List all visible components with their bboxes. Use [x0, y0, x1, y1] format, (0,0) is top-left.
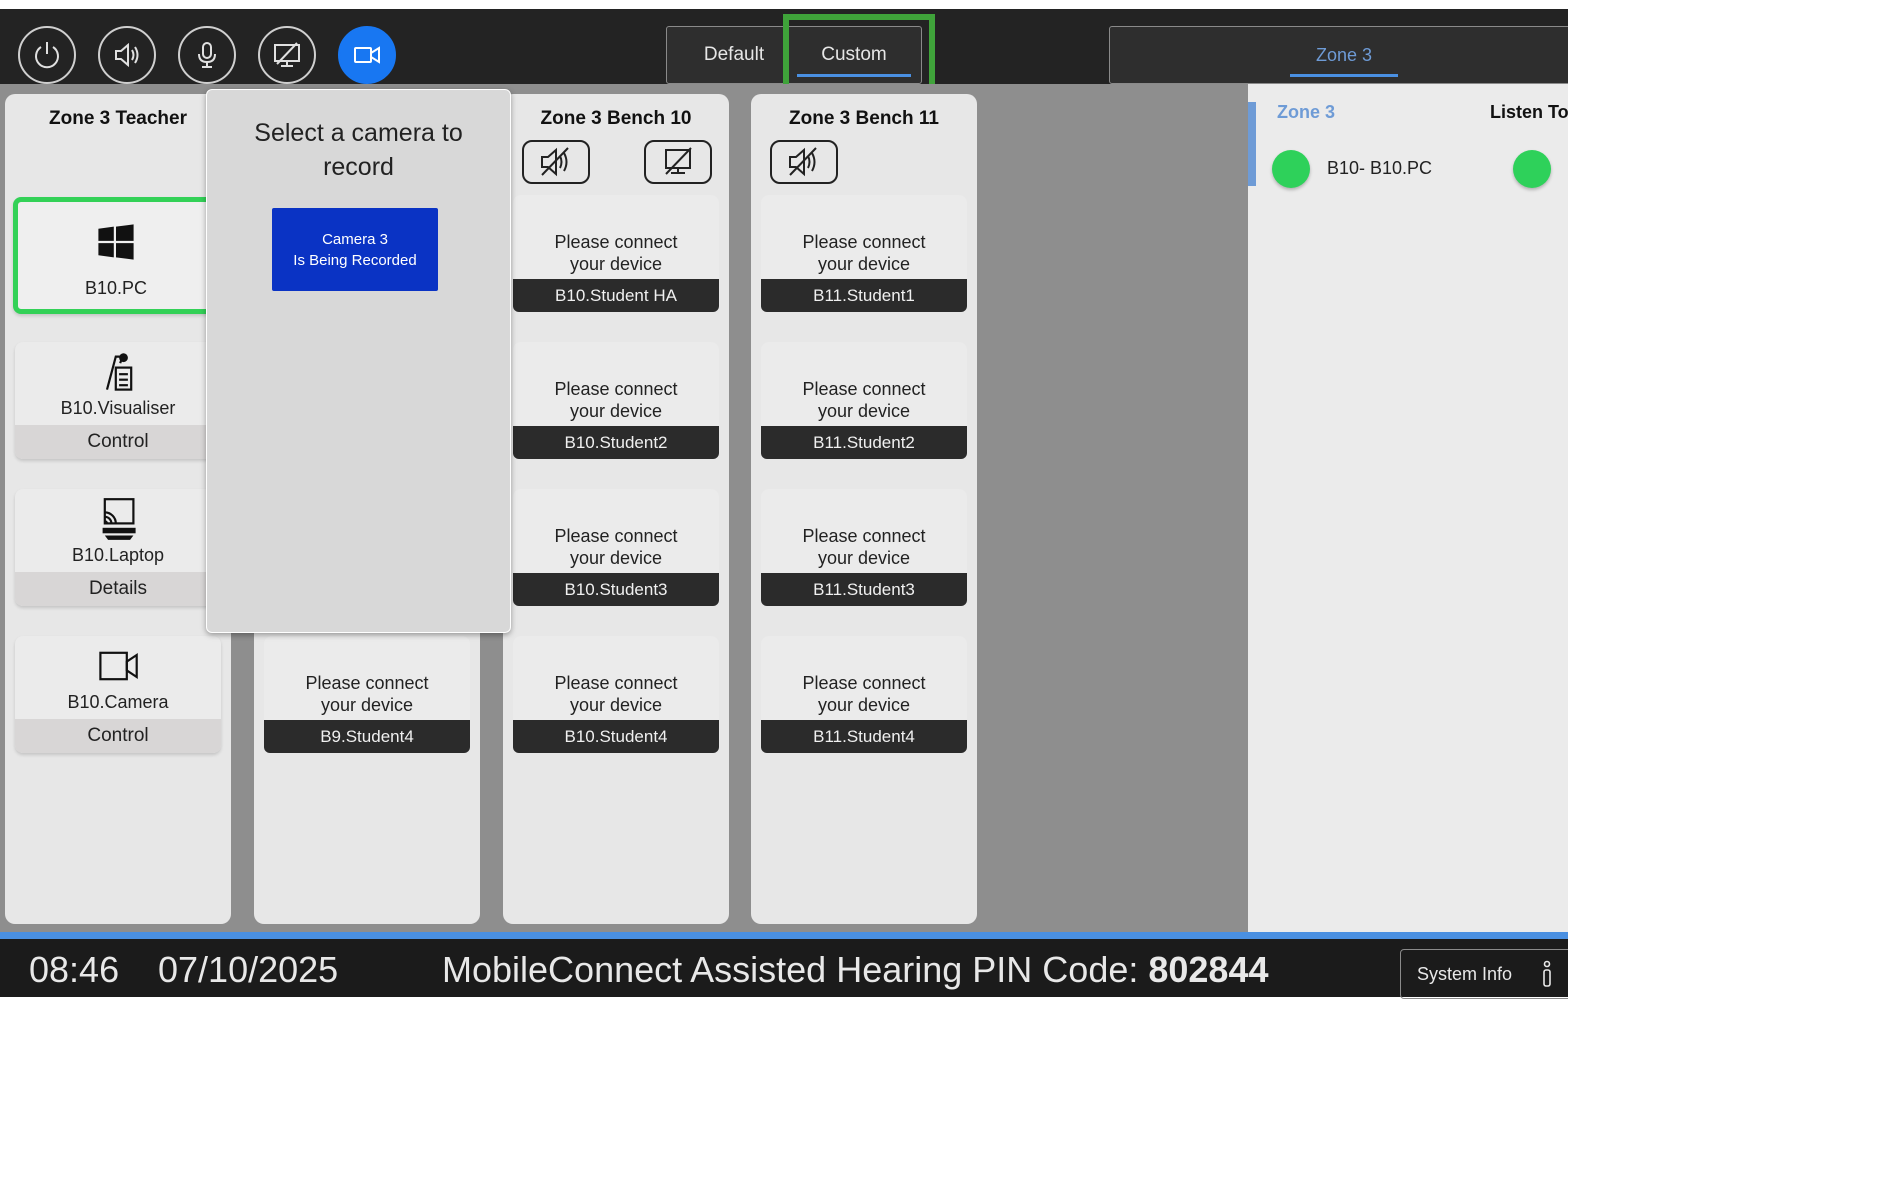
connect-message: Please connect your device — [554, 379, 678, 421]
bench-controls — [751, 140, 977, 184]
tile-name: B10.PC — [84, 278, 148, 298]
power-icon — [35, 42, 59, 69]
column-title: Zone 3 Bench 10 — [540, 108, 692, 129]
active-underline — [1290, 74, 1398, 77]
connect-message: Please connect your device — [554, 232, 678, 274]
device-name: B10.Student2 — [513, 426, 719, 459]
device-name: B11.Student1 — [761, 279, 967, 312]
zone-accent-bar — [1248, 102, 1256, 186]
connect-message: Please connect your device — [554, 673, 678, 715]
connect-message: Please connect your device — [802, 673, 926, 715]
pin-code-text: MobileConnect Assisted Hearing PIN Code:… — [442, 949, 1269, 991]
device-name: B10.Student4 — [513, 720, 719, 753]
device-tile[interactable]: Please connect your device B10.Student2 — [513, 342, 719, 459]
status-dot[interactable] — [1272, 150, 1310, 188]
device-name: B10.Student HA — [513, 279, 719, 312]
connect-message: Please connect your device — [802, 379, 926, 421]
device-name: B9.Student4 — [264, 720, 470, 753]
teacher-column: Zone 3 Teacher B10.PC B10.Visualiser Con… — [5, 94, 231, 924]
device-name: B11.Student3 — [761, 573, 967, 606]
zone-selector: Zone 3 — [1109, 26, 1568, 84]
tile-b10-visualiser[interactable]: B10.Visualiser Control — [15, 342, 221, 459]
device-tile[interactable]: Please connect your device B10.Student3 — [513, 489, 719, 606]
popup-title: Select a camera to record — [254, 119, 463, 181]
camera-button[interactable] — [338, 26, 396, 84]
microphone-button[interactable] — [178, 26, 236, 84]
app-screen: Default Custom Zone 3 Zone 3 Teacher B10… — [0, 0, 1568, 1202]
column-title: Zone 3 Bench 11 — [789, 108, 939, 129]
connect-message: Please connect your device — [305, 673, 429, 715]
pin-label: MobileConnect Assisted Hearing PIN Code: — [442, 949, 1149, 990]
clock-date: 07/10/2025 — [158, 949, 339, 990]
info-icon — [1543, 960, 1551, 987]
mode-default-label: Default — [703, 44, 765, 65]
camera-icon — [354, 46, 380, 64]
video-camera-icon — [15, 644, 221, 688]
listen-dot[interactable] — [1513, 150, 1551, 188]
screen-off-icon — [274, 42, 300, 67]
device-tile[interactable]: Please connect your device B9.Student4 — [264, 636, 470, 753]
device-tile[interactable]: Please connect your device B11.Student3 — [761, 489, 967, 606]
device-tile[interactable]: Please connect your device B11.Student2 — [761, 342, 967, 459]
tile-b10-laptop[interactable]: B10.Laptop Details — [15, 489, 221, 606]
status-bar: 08:46 07/10/2025 MobileConnect Assisted … — [0, 932, 1568, 999]
microphone-icon — [198, 42, 216, 68]
camera-3-record-button[interactable]: Camera 3 Is Being Recorded — [272, 208, 438, 291]
camera-select-popup: Select a camera to record Camera 3 Is Be… — [206, 89, 511, 633]
connect-message: Please connect your device — [802, 526, 926, 568]
zone-device-label: B10- B10.PC — [1327, 158, 1433, 178]
tile-name: B10.Camera — [67, 692, 169, 712]
mode-default-button[interactable]: Default — [667, 27, 801, 83]
laptop-details-button[interactable]: Details — [15, 572, 221, 606]
column-title: Zone 3 Teacher — [49, 108, 187, 129]
cast-laptop-icon — [15, 497, 221, 541]
camera-control-button[interactable]: Control — [15, 719, 221, 753]
system-info-button[interactable]: System Info — [1400, 949, 1568, 999]
bench-11-column: Zone 3 Bench 11 Please connect your devi… — [751, 94, 977, 924]
speaker-icon — [115, 42, 139, 68]
device-tile[interactable]: Please connect your device B10.Student4 — [513, 636, 719, 753]
mute-audio-button[interactable] — [522, 140, 590, 184]
mute-audio-button[interactable] — [770, 140, 838, 184]
device-tile[interactable]: Please connect your device B10.Student H… — [513, 195, 719, 312]
clock-time: 08:46 — [29, 949, 120, 990]
device-name: B10.Student3 — [513, 573, 719, 606]
listen-to-heading: Listen To — [1490, 102, 1568, 122]
tile-b10-pc[interactable]: B10.PC — [13, 197, 219, 314]
top-toolbar: Default Custom Zone 3 — [0, 0, 1568, 100]
speaker-muted-icon — [789, 147, 817, 177]
bench-10-column: Zone 3 Bench 10 Please connect your devi… — [503, 94, 729, 924]
tile-b10-camera[interactable]: B10.Camera Control — [15, 636, 221, 753]
device-tile[interactable]: Please connect your device B11.Student1 — [761, 195, 967, 312]
tab-zone-3[interactable]: Zone 3 — [1290, 27, 1398, 83]
zone-tab-label: Zone 3 — [1315, 44, 1373, 65]
right-panel: Zone 3 Listen To B10- B10.PC — [1248, 84, 1568, 932]
bench-controls — [503, 140, 729, 184]
system-info-label: System Info — [1417, 964, 1513, 984]
tile-name: B10.Visualiser — [60, 398, 176, 418]
button-line-2: Is Being Recorded — [293, 251, 417, 269]
zone-heading: Zone 3 — [1277, 102, 1336, 122]
visualiser-control-button[interactable]: Control — [15, 425, 221, 459]
device-name: B11.Student2 — [761, 426, 967, 459]
visualiser-icon — [15, 350, 221, 394]
connect-message: Please connect your device — [554, 526, 678, 568]
speaker-muted-icon — [541, 147, 569, 177]
main-area: Zone 3 Teacher B10.PC B10.Visualiser Con… — [0, 84, 1248, 932]
device-tile[interactable]: Please connect your device B11.Student4 — [761, 636, 967, 753]
display-button[interactable] — [258, 26, 316, 84]
tile-name: B10.Laptop — [71, 545, 165, 565]
device-name: B11.Student4 — [761, 720, 967, 753]
audio-button[interactable] — [98, 26, 156, 84]
power-button[interactable] — [18, 26, 76, 84]
button-line-1: Camera 3 — [322, 230, 388, 248]
screen-off-icon — [665, 147, 692, 175]
windows-icon — [18, 220, 214, 264]
pin-code: 802844 — [1148, 949, 1269, 990]
display-off-button[interactable] — [644, 140, 712, 184]
connect-message: Please connect your device — [802, 232, 926, 274]
